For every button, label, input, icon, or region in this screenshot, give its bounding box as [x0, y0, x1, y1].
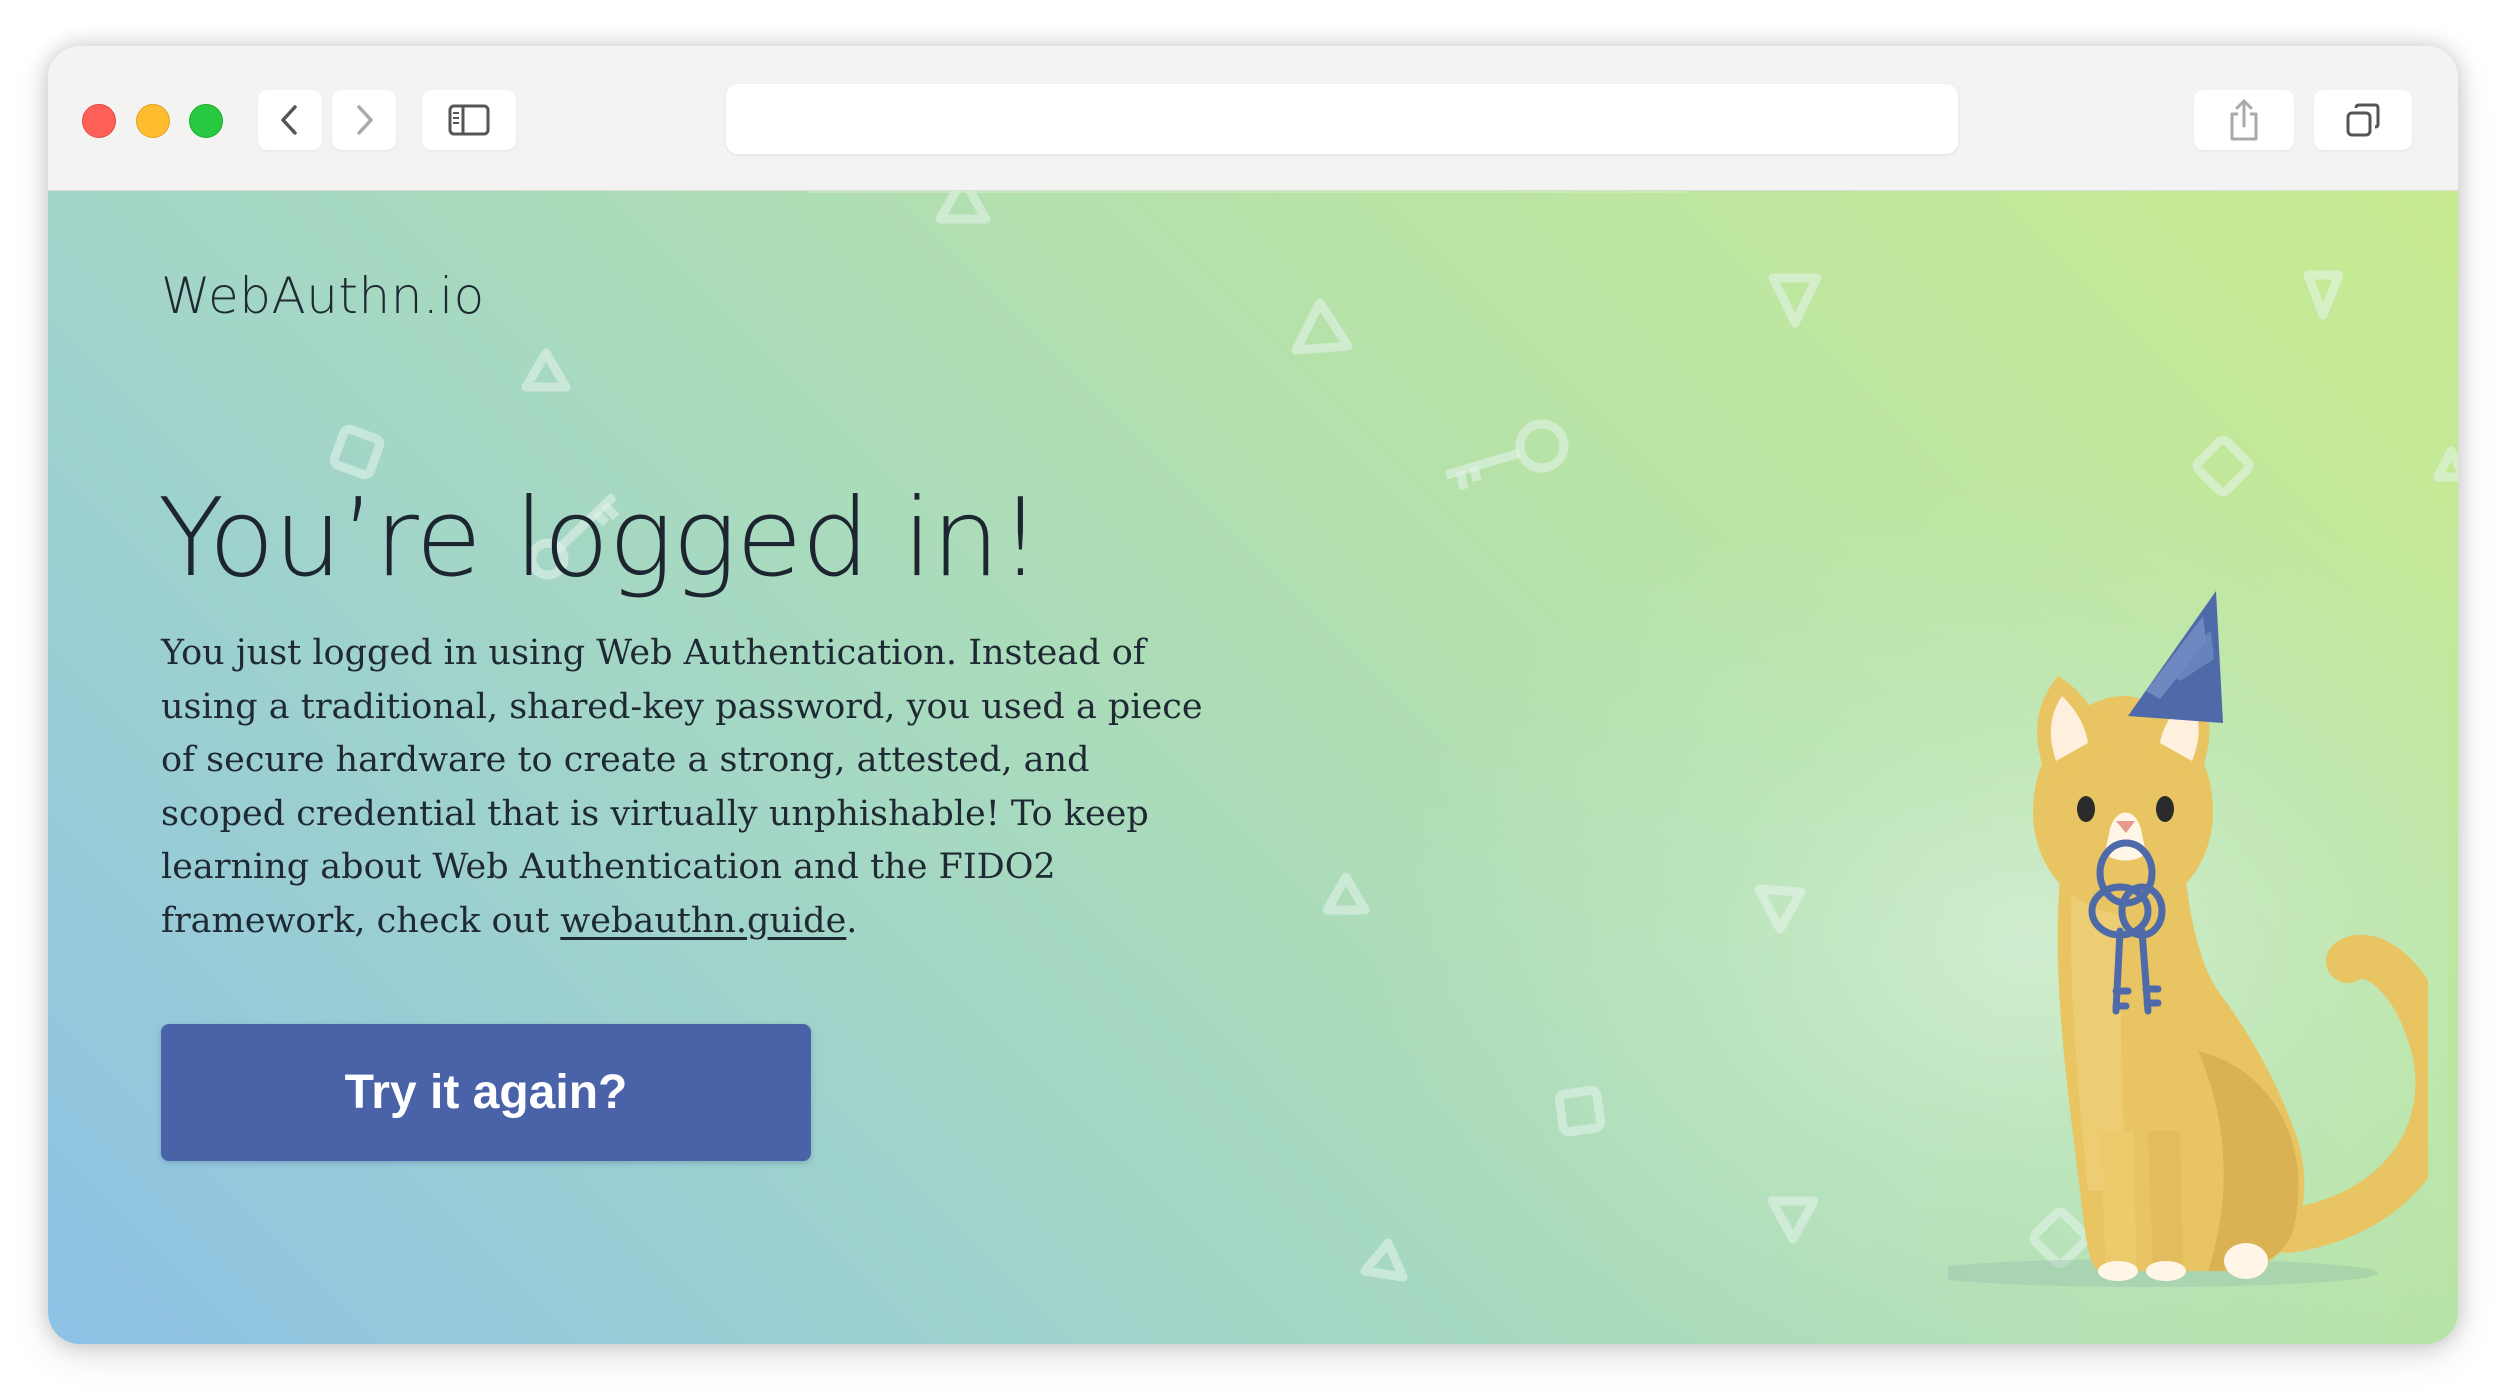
intro-text-end: .: [846, 900, 858, 941]
browser-toolbar: [48, 46, 2458, 191]
square-icon: [1554, 1085, 1606, 1137]
triangle-icon: [1754, 884, 1806, 934]
share-button[interactable]: [2194, 90, 2294, 150]
triangle-icon: [935, 191, 991, 224]
triangle-icon: [1322, 872, 1370, 915]
intro-text: You just logged in using Web Authenticat…: [161, 633, 1203, 941]
try-again-button[interactable]: Try it again?: [161, 1024, 811, 1161]
sidebar-icon: [448, 104, 490, 136]
triangle-icon: [1291, 298, 1353, 355]
address-bar[interactable]: [726, 84, 1958, 154]
forward-button[interactable]: [332, 90, 396, 150]
back-button[interactable]: [258, 90, 322, 150]
browser-window: WebAuthn.io You’re logged in! You just l…: [48, 46, 2458, 1344]
site-logo: WebAuthn.io: [161, 267, 485, 325]
triangle-icon: [521, 348, 571, 392]
triangle-icon: [2433, 446, 2458, 482]
square-icon: [329, 424, 385, 480]
chevron-left-icon: [281, 105, 297, 135]
top-bar-decoration: [808, 191, 1688, 193]
page-content: WebAuthn.io You’re logged in! You just l…: [48, 191, 2458, 1344]
sidebar-toggle-button[interactable]: [422, 90, 516, 150]
tab-overview-button[interactable]: [2314, 90, 2412, 150]
triangle-icon: [2303, 270, 2344, 320]
tabs-icon: [2346, 103, 2380, 137]
cat-with-party-hat-holding-keys-icon: [1948, 591, 2428, 1287]
zoom-window-button[interactable]: [189, 104, 223, 138]
share-icon: [2230, 99, 2258, 141]
square-icon: [2192, 435, 2254, 497]
webauthn-guide-link[interactable]: webauthn.guide: [560, 901, 846, 941]
triangle-icon: [1360, 1238, 1408, 1282]
intro-paragraph: You just logged in using Web Authenticat…: [161, 627, 1211, 948]
chevron-right-icon: [357, 105, 373, 135]
minimize-window-button[interactable]: [136, 104, 170, 138]
triangle-icon: [1767, 1196, 1819, 1244]
close-window-button[interactable]: [82, 104, 116, 138]
triangle-icon: [1768, 273, 1822, 328]
key-icon: [1444, 419, 1569, 490]
page-title: You’re logged in!: [158, 476, 1042, 601]
